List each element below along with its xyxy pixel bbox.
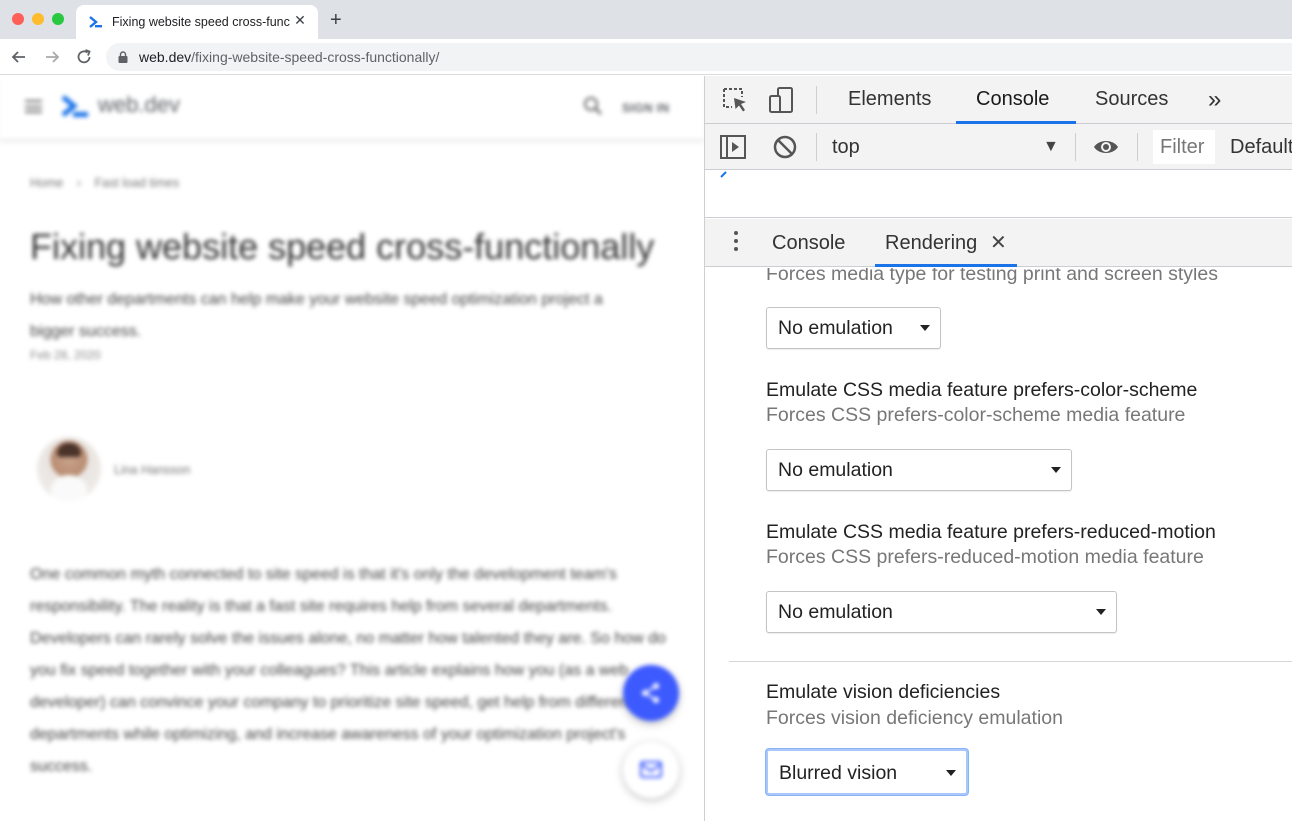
- search-icon[interactable]: [583, 96, 603, 116]
- breadcrumb-home[interactable]: Home: [30, 176, 63, 190]
- tab-strip: Fixing website speed cross-functionally …: [0, 0, 1292, 39]
- device-toolbar-icon[interactable]: [768, 86, 796, 114]
- reduced-motion-title: Emulate CSS media feature prefers-reduce…: [766, 521, 1216, 543]
- chevron-right-icon: [720, 171, 727, 178]
- more-tabs-icon[interactable]: »: [1208, 86, 1221, 114]
- browser-toolbar: web.dev/fixing-website-speed-cross-funct…: [0, 39, 1292, 75]
- webdev-logo-icon[interactable]: [60, 94, 90, 120]
- color-scheme-description: Forces CSS prefers-color-scheme media fe…: [766, 404, 1186, 426]
- kebab-menu-icon[interactable]: [734, 231, 738, 253]
- toolbar-divider: [1137, 133, 1138, 161]
- breadcrumb-fast-load-times[interactable]: Fast load times: [94, 176, 179, 190]
- vision-deficiency-description: Forces vision deficiency emulation: [766, 707, 1063, 729]
- hamburger-menu-icon[interactable]: [25, 100, 42, 113]
- reduced-motion-description: Forces CSS prefers-reduced-motion media …: [766, 546, 1204, 568]
- show-sidebar-icon[interactable]: [719, 133, 747, 161]
- author-avatar[interactable]: [37, 437, 101, 501]
- reduced-motion-value: No emulation: [778, 601, 893, 623]
- media-type-value: No emulation: [778, 317, 893, 339]
- media-type-select[interactable]: No emulation: [766, 307, 941, 349]
- color-scheme-value: No emulation: [778, 459, 893, 481]
- maximize-window-button[interactable]: [52, 13, 64, 25]
- tab-console[interactable]: Console: [976, 88, 1049, 111]
- drawer-tab-bar: Console Rendering ✕: [705, 219, 1292, 267]
- site-logo-text[interactable]: web.dev: [98, 92, 180, 118]
- sign-in-link[interactable]: SIGN IN: [622, 101, 669, 115]
- toolbar-divider: [816, 86, 817, 114]
- vision-deficiency-value: Blurred vision: [779, 762, 898, 784]
- back-arrow-icon[interactable]: [9, 47, 29, 67]
- minimize-window-button[interactable]: [32, 13, 44, 25]
- subscribe-button[interactable]: [623, 742, 679, 798]
- mail-icon: [640, 761, 662, 778]
- chevron-down-icon: [920, 325, 930, 331]
- rendering-pane: Forces media type for testing print and …: [705, 268, 1292, 821]
- browser-tab[interactable]: Fixing website speed cross-functionally …: [76, 5, 318, 39]
- color-scheme-select[interactable]: No emulation: [766, 449, 1072, 491]
- eye-icon[interactable]: [1092, 133, 1120, 161]
- toolbar-divider: [816, 133, 817, 161]
- clear-console-icon[interactable]: [771, 133, 799, 161]
- console-toolbar: top ▼ Filter Default levels: [705, 124, 1292, 170]
- article-date: Feb 28, 2020: [30, 348, 101, 362]
- vision-deficiency-title: Emulate vision deficiencies: [766, 681, 1001, 703]
- article-subtitle: How other departments can help make your…: [30, 291, 603, 340]
- author-name[interactable]: Lina Hansson: [114, 463, 190, 477]
- drawer-tab-rendering[interactable]: Rendering: [885, 232, 977, 255]
- close-window-button[interactable]: [12, 13, 24, 25]
- filter-placeholder: Filter: [1160, 136, 1205, 158]
- drawer-active-indicator: [875, 264, 1017, 267]
- log-levels-select[interactable]: Default levels: [1230, 136, 1292, 159]
- toolbar-divider: [1075, 133, 1076, 161]
- breadcrumb-separator: ›: [76, 176, 81, 190]
- tab-close-icon[interactable]: ✕: [292, 12, 308, 29]
- webdev-favicon-icon: [89, 16, 102, 28]
- url-path: /fixing-website-speed-cross-functionally…: [191, 49, 440, 65]
- dropdown-arrow-icon[interactable]: ▼: [1043, 138, 1059, 156]
- site-header: web.dev SIGN IN: [0, 76, 704, 140]
- new-tab-button[interactable]: +: [330, 9, 342, 32]
- color-scheme-title: Emulate CSS media feature prefers-color-…: [766, 379, 1198, 401]
- console-output[interactable]: [705, 171, 1292, 218]
- tab-title: Fixing website speed cross-functionally: [112, 15, 290, 29]
- article-body: One common myth connected to site speed …: [30, 566, 666, 775]
- breadcrumb: Home › Fast load times: [30, 176, 189, 190]
- devtools-panel: Elements Console Sources » top ▼ Filter …: [704, 76, 1292, 821]
- forward-arrow-icon[interactable]: [42, 47, 62, 67]
- tab-elements[interactable]: Elements: [848, 88, 931, 111]
- close-drawer-tab-icon[interactable]: ✕: [990, 230, 1007, 255]
- tab-sources[interactable]: Sources: [1095, 88, 1168, 111]
- execution-context-select[interactable]: top: [832, 136, 860, 159]
- chevron-down-icon: [1096, 609, 1106, 615]
- url-host: web.dev: [139, 49, 192, 65]
- share-button[interactable]: [623, 665, 679, 721]
- drawer-tab-console[interactable]: Console: [772, 232, 845, 255]
- lock-icon: [118, 51, 128, 63]
- inspect-element-icon[interactable]: [721, 86, 749, 114]
- article-title: Fixing website speed cross-functionally: [30, 226, 655, 267]
- reduced-motion-select[interactable]: No emulation: [766, 591, 1117, 633]
- web-page: web.dev SIGN IN Home › Fast load times F…: [0, 76, 704, 821]
- url-text: web.dev/fixing-website-speed-cross-funct…: [139, 49, 439, 65]
- section-divider: [729, 661, 1292, 662]
- address-bar[interactable]: web.dev/fixing-website-speed-cross-funct…: [106, 43, 1292, 71]
- reload-icon[interactable]: [74, 47, 94, 67]
- chevron-down-icon: [1051, 467, 1061, 473]
- devtools-main-toolbar: Elements Console Sources »: [705, 76, 1292, 124]
- share-icon: [642, 683, 659, 703]
- chevron-down-icon: [946, 770, 956, 776]
- vision-deficiency-select[interactable]: Blurred vision: [766, 749, 968, 795]
- media-type-description: Forces media type for testing print and …: [766, 268, 1218, 285]
